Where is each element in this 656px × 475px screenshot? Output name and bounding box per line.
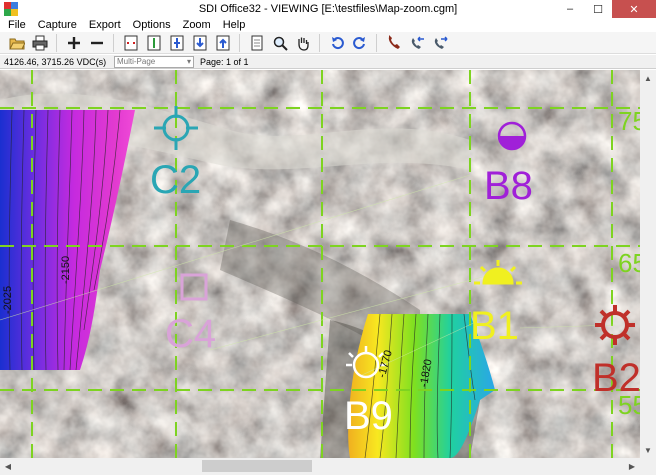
- page-mode-value: Multi-Page: [117, 57, 156, 66]
- scroll-left-icon[interactable]: ◀: [0, 458, 16, 474]
- page-down-icon[interactable]: [189, 33, 210, 53]
- horizontal-scroll-thumb[interactable]: [202, 460, 312, 472]
- phone-icon[interactable]: [383, 33, 404, 53]
- map-label-b9: B9: [344, 394, 393, 438]
- fit-height-icon[interactable]: [143, 33, 164, 53]
- rotate-right-icon[interactable]: [349, 33, 370, 53]
- map-label-b1: B1: [470, 304, 519, 348]
- toolbar-separator: [319, 33, 320, 52]
- chevron-down-icon: ▾: [186, 57, 191, 66]
- vertical-scrollbar[interactable]: ▲ ▼: [640, 70, 656, 458]
- map-viewport[interactable]: C2 C4 B8 B1 B9 B2 -2025 -2150 -1820 -177…: [0, 70, 640, 458]
- minimize-button[interactable]: –: [556, 0, 584, 18]
- map-label-c4: C4: [165, 312, 217, 356]
- maximize-button[interactable]: ☐: [584, 0, 612, 18]
- phone-back-icon[interactable]: [406, 33, 427, 53]
- scroll-up-icon[interactable]: ▲: [640, 70, 656, 86]
- menu-help[interactable]: Help: [217, 19, 252, 31]
- open-folder-icon[interactable]: [6, 33, 27, 53]
- menu-file[interactable]: File: [2, 19, 32, 31]
- grid-edge-label: 75: [618, 106, 640, 136]
- close-button[interactable]: ✕: [612, 0, 656, 18]
- menu-bar: File Capture Export Options Zoom Help: [0, 18, 656, 32]
- fit-page-icon[interactable]: [166, 33, 187, 53]
- phone-forward-icon[interactable]: [429, 33, 450, 53]
- menu-zoom[interactable]: Zoom: [177, 19, 217, 31]
- scroll-right-icon[interactable]: ▶: [624, 458, 640, 474]
- contour-label: -2025: [2, 285, 14, 314]
- toolbar-separator: [113, 33, 114, 52]
- toolbar-separator: [56, 33, 57, 52]
- page-info: Page: 1 of 1: [200, 56, 249, 67]
- page-view-icon[interactable]: [246, 33, 267, 53]
- menu-export[interactable]: Export: [83, 19, 127, 31]
- menu-options[interactable]: Options: [127, 19, 177, 31]
- print-icon[interactable]: [29, 33, 50, 53]
- title-bar: SDI Office32 - VIEWING [E:\testfiles\Map…: [0, 0, 656, 18]
- grid-edge-label: 65: [618, 248, 640, 278]
- app-icon[interactable]: [4, 2, 18, 16]
- scroll-down-icon[interactable]: ▼: [640, 442, 656, 458]
- horizontal-scrollbar[interactable]: ◀ ▶: [0, 458, 640, 475]
- toolbar-separator: [376, 33, 377, 52]
- toolbar: [0, 32, 656, 54]
- hand-pan-icon[interactable]: [292, 33, 313, 53]
- scrollbar-corner: [640, 458, 656, 475]
- zoom-out-icon[interactable]: [86, 33, 107, 53]
- magnifier-icon[interactable]: [269, 33, 290, 53]
- rotate-left-icon[interactable]: [326, 33, 347, 53]
- zoom-in-icon[interactable]: [63, 33, 84, 53]
- map-label-c2: C2: [150, 158, 202, 202]
- grid-edge-label: 55: [618, 390, 640, 420]
- status-row: 4126.46, 3715.26 VDC(s) Multi-Page ▾ Pag…: [0, 55, 656, 69]
- coordinate-readout: 4126.46, 3715.26 VDC(s): [4, 56, 107, 67]
- toolbar-separator: [239, 33, 240, 52]
- page-up-icon[interactable]: [212, 33, 233, 53]
- page-mode-select[interactable]: Multi-Page ▾: [114, 55, 194, 68]
- menu-capture[interactable]: Capture: [32, 19, 83, 31]
- map-canvas: [0, 70, 640, 458]
- map-label-b8: B8: [484, 164, 533, 208]
- contour-label: -2150: [60, 255, 72, 284]
- fit-width-icon[interactable]: [120, 33, 141, 53]
